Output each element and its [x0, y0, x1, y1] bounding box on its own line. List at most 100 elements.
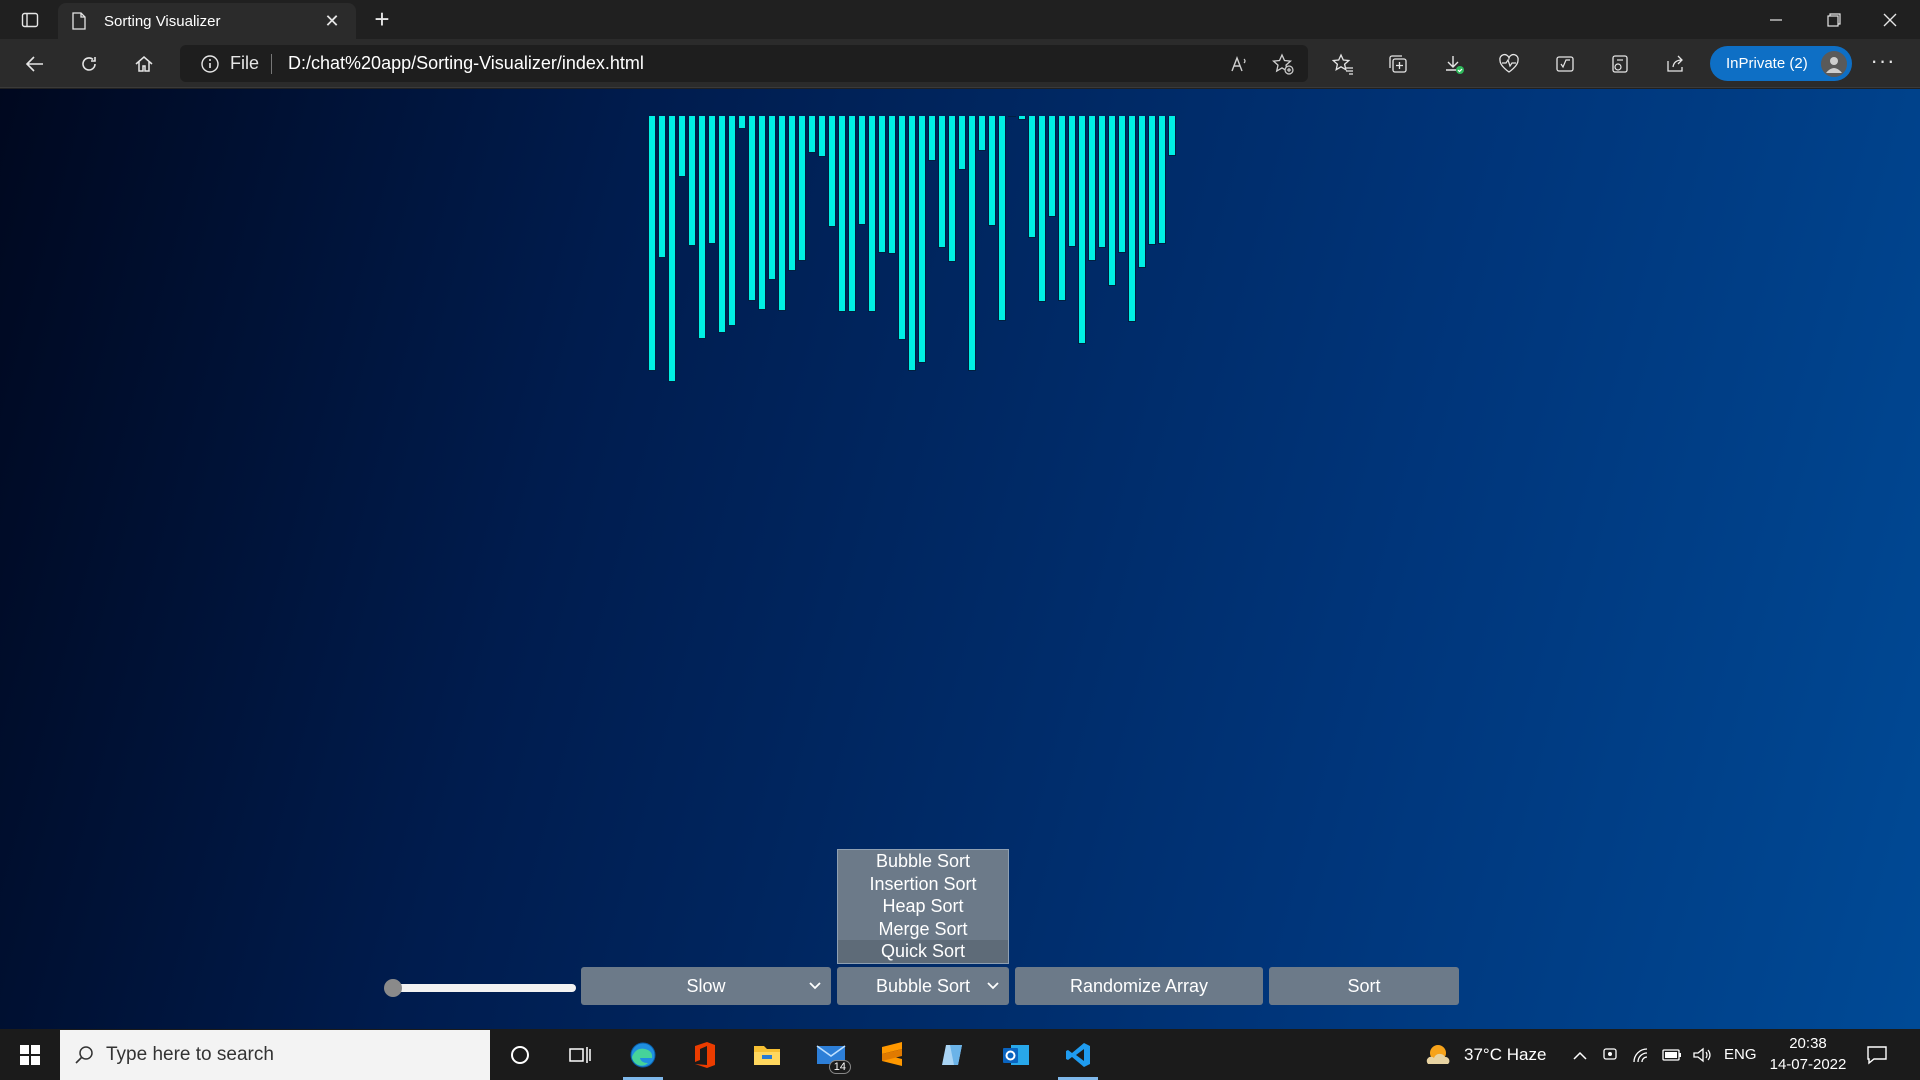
weather-widget[interactable]: 37°C Haze	[1424, 1029, 1546, 1080]
array-bar	[908, 116, 916, 371]
back-icon[interactable]	[18, 47, 52, 81]
meet-now-icon[interactable]	[1602, 1029, 1618, 1080]
read-aloud-icon[interactable]	[1224, 49, 1254, 79]
browser-essentials-icon[interactable]	[1492, 47, 1526, 81]
tab-sorting-visualizer[interactable]: Sorting Visualizer ✕	[58, 3, 356, 39]
address-bar[interactable]: File D:/chat%20app/Sorting-Visualizer/in…	[180, 45, 1308, 82]
array-bar	[848, 116, 856, 312]
algorithm-options-list[interactable]: Bubble Sort Insertion Sort Heap Sort Mer…	[837, 849, 1009, 964]
battery-icon[interactable]	[1662, 1029, 1682, 1080]
controls-bar: Slow Bubble Sort Randomize Array Sort	[0, 967, 1920, 1005]
show-hidden-icons[interactable]	[1572, 1029, 1588, 1080]
chevron-down-icon	[987, 982, 999, 990]
volume-icon[interactable]	[1692, 1029, 1712, 1080]
notification-center-icon[interactable]	[1866, 1029, 1888, 1080]
algorithm-select-value: Bubble Sort	[875, 975, 971, 996]
more-options-icon[interactable]: ···	[1866, 47, 1900, 81]
array-bar	[878, 116, 886, 253]
algorithm-option[interactable]: Insertion Sort	[838, 873, 1008, 896]
windows-start-icon[interactable]	[10, 1037, 50, 1073]
array-bar	[948, 116, 956, 262]
randomize-array-button[interactable]: Randomize Array	[1015, 967, 1263, 1005]
array-bar	[768, 116, 776, 280]
home-icon[interactable]	[127, 47, 161, 81]
array-bar	[1058, 116, 1066, 301]
array-bar	[788, 116, 796, 271]
array-bar	[738, 116, 746, 129]
array-bar	[868, 116, 876, 312]
array-bar	[1068, 116, 1076, 247]
array-bar	[1088, 116, 1096, 261]
outlook-icon[interactable]	[992, 1035, 1040, 1075]
close-tab-icon[interactable]: ✕	[322, 11, 342, 32]
math-solver-icon[interactable]	[1548, 47, 1582, 81]
algorithm-option[interactable]: Bubble Sort	[838, 850, 1008, 873]
size-slider[interactable]	[384, 979, 576, 997]
refresh-icon[interactable]	[72, 47, 106, 81]
taskbar-search-box[interactable]: Type here to search	[60, 1030, 490, 1080]
array-bar	[838, 116, 846, 312]
sort-button[interactable]: Sort	[1269, 967, 1459, 1005]
array-bar	[938, 116, 946, 248]
array-bar	[708, 116, 716, 244]
array-bar	[958, 116, 966, 170]
edge-browser-icon[interactable]	[619, 1035, 667, 1080]
slider-track[interactable]	[392, 984, 576, 992]
language-indicator[interactable]: ENG	[1724, 1029, 1757, 1080]
windows-taskbar: Type here to search 14 37°C Haze ENG 20:…	[0, 1029, 1920, 1080]
info-icon[interactable]	[200, 54, 220, 74]
array-bar	[658, 116, 666, 258]
add-favorite-icon[interactable]	[1268, 49, 1298, 79]
algorithm-select[interactable]: Bubble Sort	[837, 967, 1009, 1005]
tab-actions-icon[interactable]	[18, 8, 42, 32]
network-icon[interactable]	[1632, 1029, 1650, 1080]
document-icon	[72, 12, 86, 30]
inprivate-label: InPrivate (2)	[1726, 55, 1808, 72]
array-bar	[1158, 116, 1166, 244]
downloads-icon[interactable]	[1437, 47, 1471, 81]
share-icon[interactable]	[1659, 47, 1693, 81]
address-url[interactable]: D:/chat%20app/Sorting-Visualizer/index.h…	[288, 53, 644, 74]
array-bar	[648, 116, 656, 371]
algorithm-option-highlighted[interactable]: Quick Sort	[838, 940, 1008, 963]
file-explorer-icon[interactable]	[743, 1035, 791, 1075]
array-bar	[668, 116, 676, 382]
algorithm-option[interactable]: Heap Sort	[838, 895, 1008, 918]
clock-time: 20:38	[1789, 1035, 1827, 1052]
collections-icon[interactable]	[1381, 47, 1415, 81]
new-tab-button[interactable]: +	[368, 6, 396, 34]
cortana-icon[interactable]	[496, 1035, 544, 1075]
taskbar-clock[interactable]: 20:38 14-07-2022	[1766, 1033, 1850, 1075]
array-bar	[818, 116, 826, 157]
office-icon[interactable]	[681, 1035, 729, 1075]
sublime-text-icon[interactable]	[868, 1035, 916, 1075]
array-bar	[1008, 116, 1016, 117]
window-close-icon[interactable]	[1862, 0, 1918, 39]
array-bar	[1048, 116, 1056, 217]
notes-app-icon[interactable]	[930, 1035, 978, 1075]
minimize-icon[interactable]	[1748, 0, 1804, 39]
array-bar	[988, 116, 996, 226]
avatar-icon	[1819, 48, 1849, 79]
clock-date: 14-07-2022	[1769, 1056, 1847, 1073]
array-bar	[798, 116, 806, 261]
inprivate-profile-button[interactable]: InPrivate (2)	[1710, 46, 1852, 81]
weather-text: 37°C Haze	[1464, 1044, 1547, 1064]
slider-thumb[interactable]	[384, 979, 402, 997]
address-scheme: File	[230, 53, 260, 73]
restore-icon[interactable]	[1806, 0, 1862, 39]
array-bar	[1018, 116, 1026, 120]
array-bar	[998, 116, 1006, 321]
web-capture-icon[interactable]	[1603, 47, 1637, 81]
array-bar	[828, 116, 836, 227]
favorites-icon[interactable]	[1326, 47, 1360, 81]
mail-icon[interactable]: 14	[807, 1035, 855, 1075]
array-bar	[808, 116, 816, 153]
speed-select-value: Slow	[686, 975, 726, 996]
vscode-icon[interactable]	[1054, 1035, 1102, 1080]
task-view-icon[interactable]	[556, 1035, 604, 1075]
array-bar	[778, 116, 786, 311]
speed-select[interactable]: Slow	[581, 967, 831, 1005]
array-bar	[718, 116, 726, 333]
algorithm-option[interactable]: Merge Sort	[838, 918, 1008, 941]
